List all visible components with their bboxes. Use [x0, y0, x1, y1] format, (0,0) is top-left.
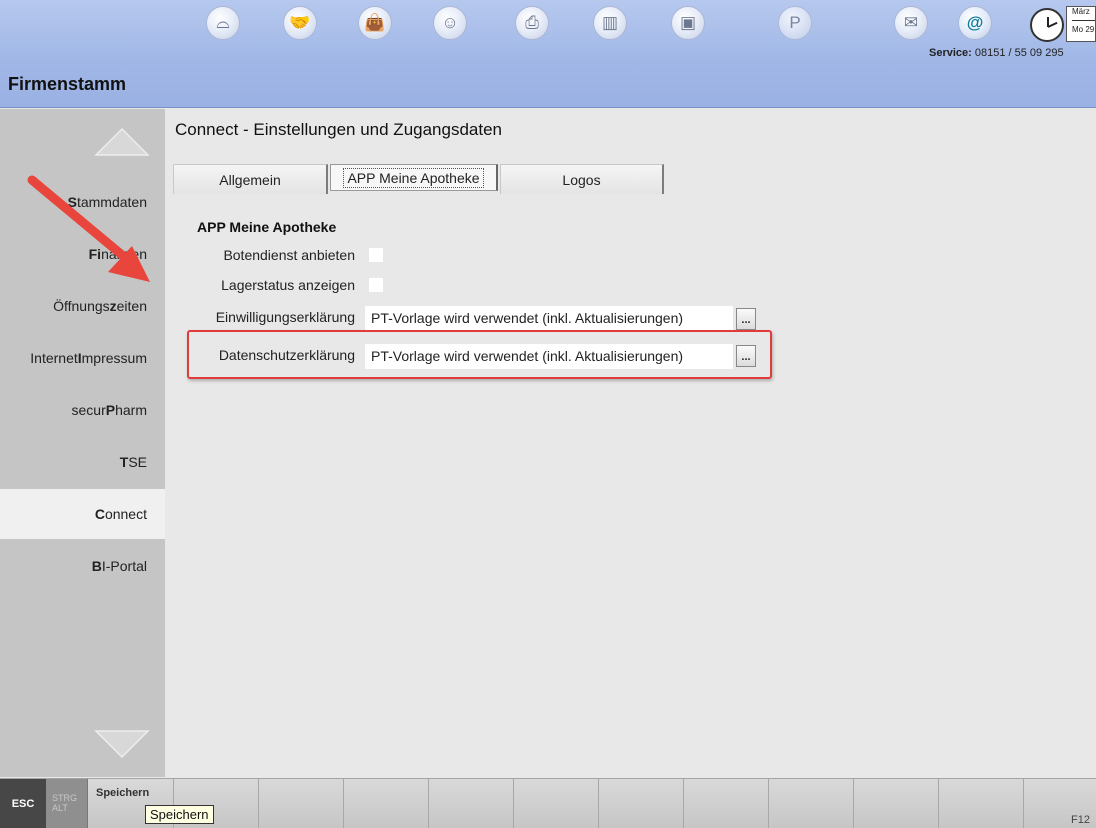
tab-label: Allgemein: [219, 171, 281, 188]
service-phone: 08151 / 55 09 295: [974, 47, 1064, 59]
calendar-day: Mo 29: [1072, 25, 1095, 34]
main-content: Connect - Einstellungen und Zugangsdaten…: [165, 109, 1096, 777]
sidebar-item-internet-impressum[interactable]: Internet Impressum: [0, 333, 165, 383]
tab-label: Logos: [562, 171, 601, 188]
content-title: Connect - Einstellungen und Zugangsdaten: [175, 120, 503, 139]
at-icon[interactable]: @: [958, 6, 992, 40]
einwilligung-label: Einwilligungserklärung: [215, 309, 355, 325]
sidebar: Stammdaten Fi nanzen Öffnungs z eiten Inter…: [0, 109, 165, 777]
calendar-month: März: [1072, 7, 1090, 16]
tab-bar: Allgemein APP Meine Apotheke Logos: [173, 164, 664, 194]
clock-icon[interactable]: [1030, 8, 1064, 42]
f1-label: Speichern: [96, 787, 150, 799]
strg-alt-key[interactable]: STRG ALT: [46, 779, 88, 828]
f11-button[interactable]: [939, 779, 1024, 828]
tab-label: APP Meine Apotheke: [343, 167, 484, 188]
f8-button[interactable]: [684, 779, 769, 828]
top-toolbar: ⌓ 🤝 👜 ☺ ⎙ ▥ ▣ P ✉ @ März Mo 29 Service: …: [0, 0, 1096, 108]
f12-button[interactable]: F12: [1024, 779, 1096, 828]
esc-key[interactable]: ESC: [0, 779, 46, 828]
tab-app-meine-apotheke[interactable]: APP Meine Apotheke: [330, 164, 498, 191]
mortar-icon[interactable]: ⌓: [206, 6, 240, 40]
sidebar-item-tse[interactable]: T SE: [0, 437, 165, 487]
f12-code: F12: [1071, 814, 1090, 826]
sidebar-item-connect[interactable]: Connect: [0, 489, 165, 539]
calendar-icon[interactable]: März Mo 29: [1066, 6, 1096, 42]
f7-button[interactable]: [599, 779, 684, 828]
f9-button[interactable]: [769, 779, 854, 828]
f10-button[interactable]: [854, 779, 939, 828]
sidebar-item-stammdaten[interactable]: Stammdaten: [0, 177, 165, 227]
app-icon-row: ⌓ 🤝 👜 ☺ ⎙ ▥ ▣ P ✉ @ März Mo 29: [0, 6, 1096, 46]
f3-button[interactable]: [259, 779, 344, 828]
einwilligung-field[interactable]: PT-Vorlage wird verwendet (inkl. Aktuali…: [365, 306, 733, 331]
f5-button[interactable]: [429, 779, 514, 828]
einwilligung-browse-button[interactable]: ...: [736, 308, 756, 330]
sidebar-item-securpharm[interactable]: secur Pharm: [0, 385, 165, 435]
save-tooltip: Speichern: [145, 805, 214, 824]
service-label: Service:: [929, 47, 972, 59]
service-hotline: Service: 08151 / 55 09 295: [929, 47, 1064, 59]
scroll-down-arrow-icon[interactable]: [94, 729, 150, 759]
mail-icon[interactable]: ✉: [894, 6, 928, 40]
scroll-up-arrow-icon[interactable]: [94, 127, 150, 157]
handshake-icon[interactable]: 🤝: [283, 6, 317, 40]
strg-label: STRG: [52, 793, 78, 803]
section-title: APP Meine Apotheke: [197, 219, 337, 235]
f6-button[interactable]: [514, 779, 599, 828]
botendienst-checkbox[interactable]: [369, 248, 383, 262]
tab-allgemein[interactable]: Allgemein: [173, 164, 328, 194]
lagerstatus-checkbox[interactable]: [369, 278, 383, 292]
botendienst-label: Botendienst anbieten: [223, 247, 355, 263]
highlight-box: [187, 330, 772, 379]
lagerstatus-label: Lagerstatus anzeigen: [221, 277, 355, 293]
p-logo-icon[interactable]: P: [778, 6, 812, 40]
f4-button[interactable]: [344, 779, 429, 828]
tab-logos[interactable]: Logos: [500, 164, 664, 194]
printer-icon[interactable]: ⎙: [515, 6, 549, 40]
books-icon[interactable]: ▥: [593, 6, 627, 40]
cash-register-icon[interactable]: ▣: [671, 6, 705, 40]
page-title: Firmenstamm: [8, 74, 127, 94]
people-icon[interactable]: ☺: [433, 6, 467, 40]
sidebar-item-finanzen[interactable]: Fi nanzen: [0, 229, 165, 279]
alt-label: ALT: [52, 803, 68, 813]
sidebar-item-bi-portal[interactable]: B I-Portal: [0, 541, 165, 591]
shopping-bag-icon[interactable]: 👜: [358, 6, 392, 40]
sidebar-item-oeffnungszeiten[interactable]: Öffnungs z eiten: [0, 281, 165, 331]
